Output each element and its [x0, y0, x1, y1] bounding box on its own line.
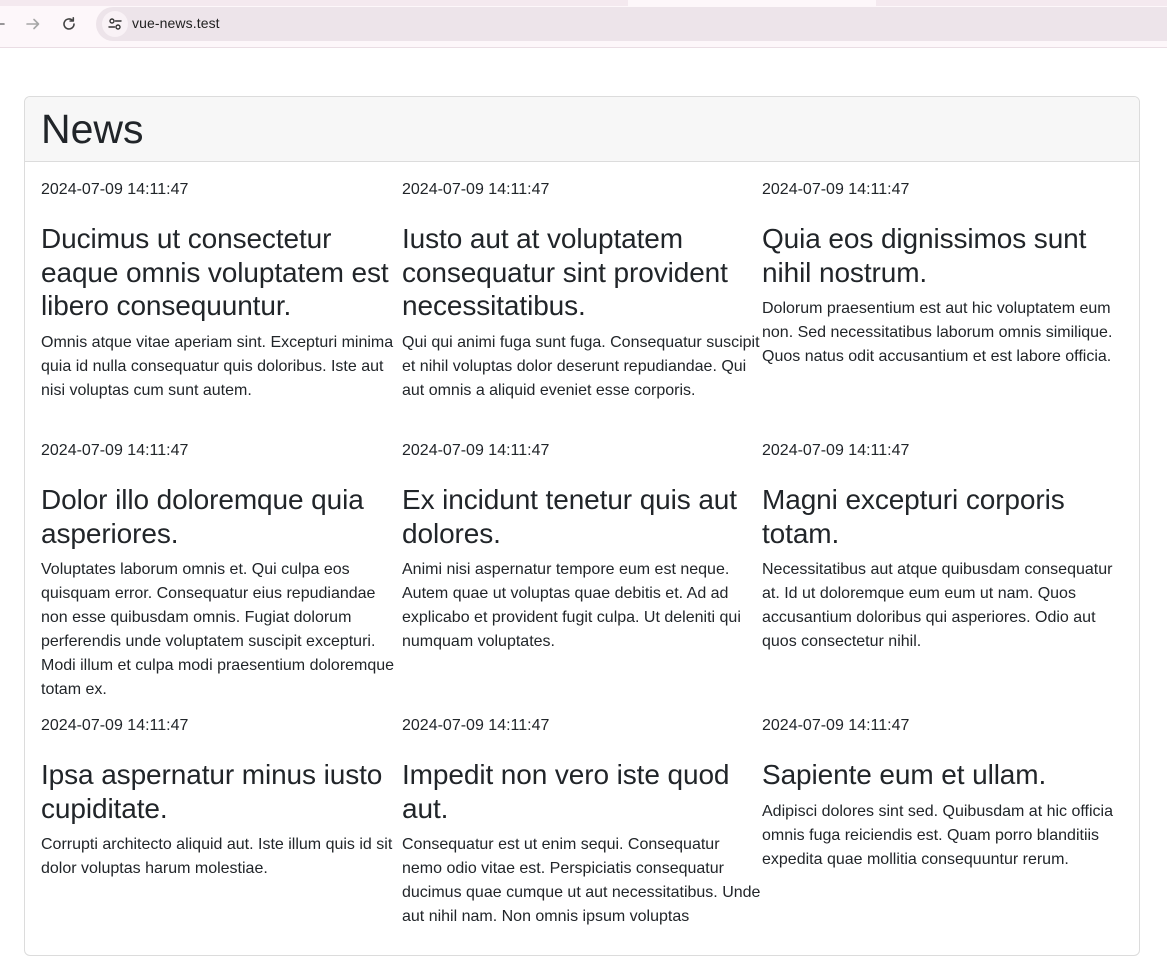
news-date: 2024-07-09 14:11:47 — [41, 442, 189, 459]
tab-strip — [0, 0, 1167, 6]
news-date: 2024-07-09 14:11:47 — [762, 717, 910, 734]
news-item: 2024-07-09 14:11:47 Quia eos dignissimos… — [762, 178, 1122, 369]
site-info-button[interactable] — [102, 11, 128, 37]
arrow-left-icon — [0, 23, 5, 25]
news-body: Voluptates laborum omnis et. Qui culpa e… — [41, 561, 395, 699]
news-date: 2024-07-09 14:11:47 — [762, 442, 910, 459]
news-item: 2024-07-09 14:11:47 Magni excepturi corp… — [762, 439, 1122, 654]
forward-button[interactable] — [19, 10, 47, 38]
news-date: 2024-07-09 14:11:47 — [41, 181, 189, 198]
news-item: 2024-07-09 14:11:47 Sapiente eum et ulla… — [762, 714, 1122, 872]
news-title: Ex incidunt tenetur quis aut dolores. — [402, 484, 737, 549]
news-title: Ipsa aspernatur minus iusto cupiditate. — [41, 759, 383, 824]
url-text[interactable]: vue-news.test — [132, 15, 220, 31]
news-title: Quia eos dignissimos sunt nihil nostrum. — [762, 223, 1087, 288]
tune-icon — [108, 18, 122, 30]
card-header: News — [25, 97, 1139, 162]
news-body: Adipisci dolores sint sed. Quibusdam at … — [762, 802, 1113, 868]
news-title: Magni excepturi corporis totam. — [762, 484, 1065, 549]
news-body: Corrupti architecto aliquid aut. Iste il… — [41, 836, 393, 878]
active-tab-edge[interactable] — [628, 0, 876, 6]
news-body: Necessitatibus aut atque quibusdam conse… — [762, 561, 1113, 651]
reload-button[interactable] — [55, 10, 83, 38]
news-item: 2024-07-09 14:11:47 Iusto aut at volupta… — [402, 178, 762, 403]
news-date: 2024-07-09 14:11:47 — [402, 442, 550, 459]
reload-icon — [63, 17, 75, 30]
news-body: Omnis atque vitae aperiam sint. Exceptur… — [41, 333, 394, 399]
news-body: Animi nisi aspernatur tempore eum est ne… — [402, 561, 741, 651]
news-item: 2024-07-09 14:11:47 Ex incidunt tenetur … — [402, 439, 762, 654]
news-body: Qui qui animi fuga sunt fuga. Consequatu… — [402, 333, 760, 399]
news-body: Dolorum praesentium est aut hic voluptat… — [762, 300, 1113, 366]
news-item: 2024-07-09 14:11:47 Impedit non vero ist… — [402, 714, 762, 929]
news-date: 2024-07-09 14:11:47 — [762, 181, 910, 198]
news-title: Sapiente eum et ullam. — [762, 759, 1047, 790]
news-date: 2024-07-09 14:11:47 — [402, 717, 550, 734]
news-date: 2024-07-09 14:11:47 — [41, 717, 189, 734]
arrow-right-icon — [26, 18, 40, 30]
news-title: Dolor illo doloremque quia asperiores. — [41, 484, 364, 549]
news-date: 2024-07-09 14:11:47 — [402, 181, 550, 198]
browser-toolbar: vue-news.test — [0, 0, 1167, 48]
address-bar[interactable]: vue-news.test — [96, 7, 1167, 41]
news-body: Consequatur est ut enim sequi. Consequat… — [402, 836, 761, 926]
news-item: 2024-07-09 14:11:47 Dolor illo doloremqu… — [41, 439, 401, 702]
news-item: 2024-07-09 14:11:47 Ipsa aspernatur minu… — [41, 714, 401, 881]
news-card: News 2024-07-09 14:11:47 Ducimus ut cons… — [24, 96, 1140, 956]
news-item: 2024-07-09 14:11:47 Ducimus ut consectet… — [41, 178, 401, 403]
news-title: Iusto aut at voluptatem consequatur sint… — [402, 223, 728, 322]
news-title: Impedit non vero iste quod aut. — [402, 759, 730, 824]
back-button[interactable] — [0, 10, 12, 38]
page-title: News — [41, 106, 144, 152]
news-title: Ducimus ut consectetur eaque omnis volup… — [41, 223, 389, 322]
